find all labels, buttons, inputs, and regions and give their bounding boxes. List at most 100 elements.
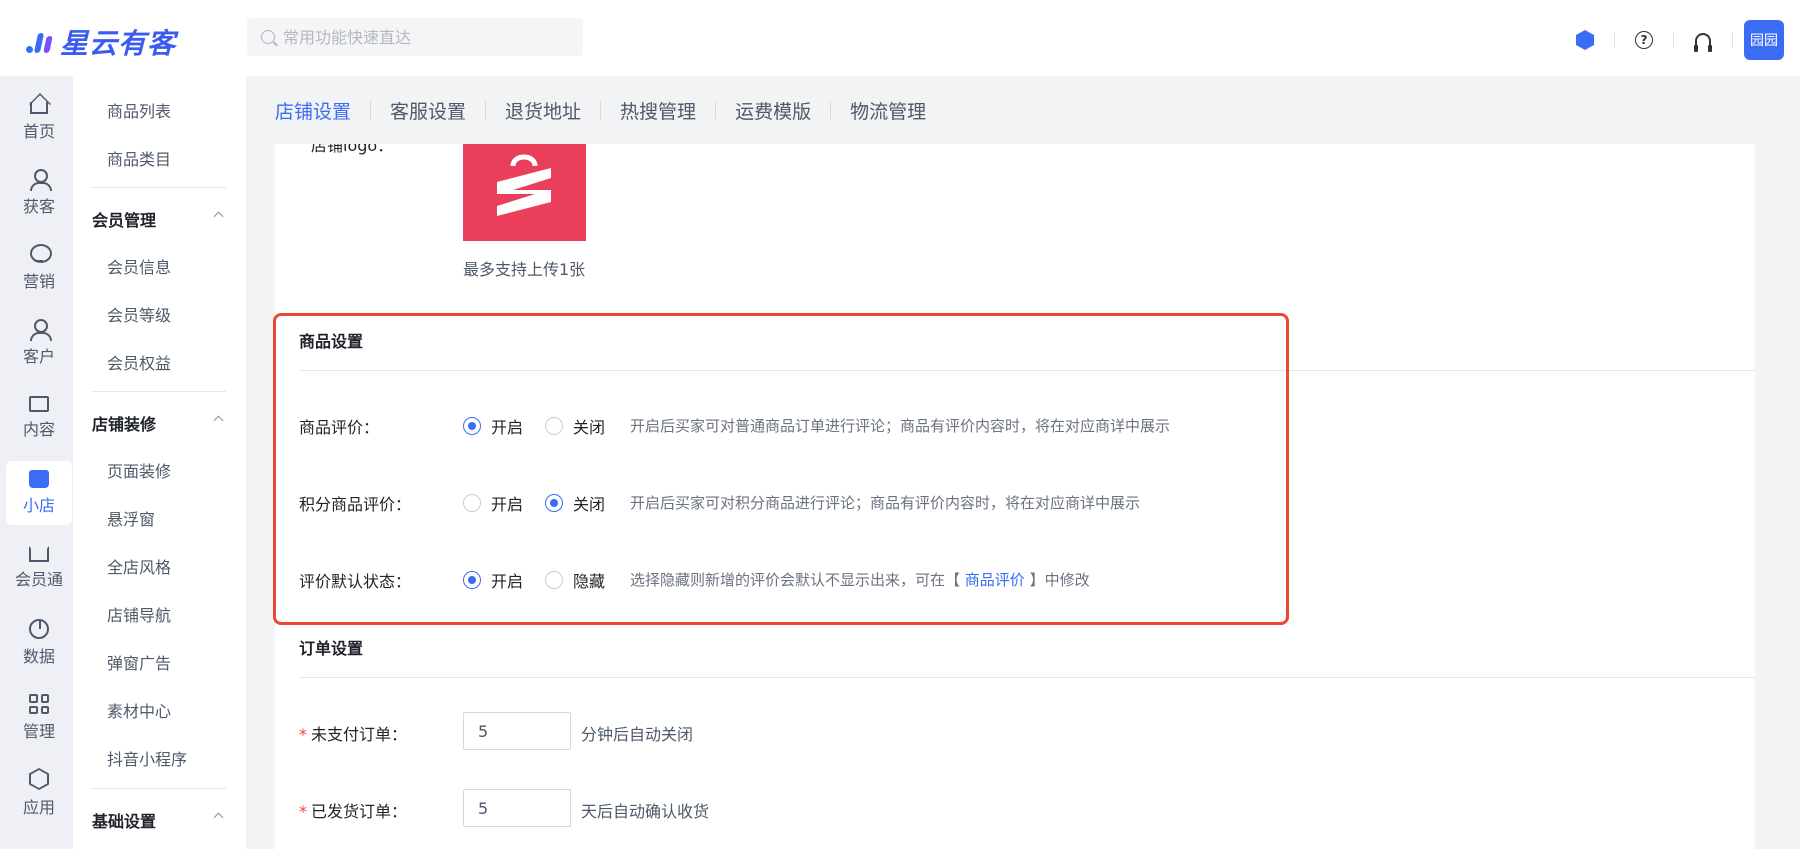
nav-item-content[interactable]: 内容	[6, 386, 72, 450]
subnav-item-product-category[interactable]: 商品类目	[107, 146, 171, 170]
brand-name: 星云有客	[60, 27, 177, 60]
unpaid-order-minutes-input[interactable]	[463, 712, 571, 750]
tab-return-address[interactable]: 退货地址	[505, 97, 581, 124]
points-review-off-radio[interactable]: 关闭	[545, 491, 605, 515]
divider	[1673, 32, 1674, 48]
subnav-item-product-list[interactable]: 商品列表	[107, 98, 171, 122]
tab-service-settings[interactable]: 客服设置	[390, 97, 466, 124]
shop-icon	[29, 470, 49, 488]
subnav-item-material-center[interactable]: 素材中心	[107, 698, 171, 722]
product-review-on-radio[interactable]: 开启	[463, 414, 523, 438]
store-logo-label: 店铺logo：	[311, 144, 394, 155]
product-settings-title: 商品设置	[299, 332, 364, 351]
divider	[830, 101, 832, 119]
default-status-label: 评价默认状态：	[299, 572, 412, 591]
subnav-item-douyin-miniapp[interactable]: 抖音小程序	[107, 746, 187, 770]
nav-item-shop[interactable]: 小店	[6, 461, 72, 525]
user-icon	[29, 319, 52, 341]
subnav-item-popup-ad[interactable]: 弹窗广告	[107, 650, 171, 674]
radio-label: 开启	[491, 495, 524, 514]
divider	[1732, 32, 1733, 48]
group-label: 会员管理	[92, 211, 157, 230]
subnav-item-member-rights[interactable]: 会员权益	[107, 350, 171, 374]
divider	[92, 187, 226, 188]
top-actions: ? 园园	[1567, 20, 1784, 60]
nav-label: 获客	[22, 197, 55, 216]
subnav-item-page-decor[interactable]: 页面装修	[107, 458, 171, 482]
help-icon: ?	[1635, 31, 1653, 49]
search-icon	[261, 30, 275, 44]
shopping-bag-icon	[497, 154, 551, 216]
radio-unchecked-icon	[463, 494, 481, 512]
product-review-off-radio[interactable]: 关闭	[545, 414, 605, 438]
search-box[interactable]	[247, 18, 583, 56]
app-cube-button[interactable]	[1567, 22, 1603, 58]
nav-item-home[interactable]: 首页	[6, 86, 72, 150]
nav-item-apps[interactable]: 应用	[6, 761, 72, 825]
nav-item-acquire[interactable]: 获客	[6, 161, 72, 225]
divider	[299, 677, 1755, 678]
support-button[interactable]	[1685, 22, 1721, 58]
subnav-item-store-nav[interactable]: 店铺导航	[107, 602, 171, 626]
radio-label: 开启	[491, 418, 524, 437]
subnav-group-member[interactable]: 会员管理	[92, 207, 226, 231]
folder-icon	[29, 396, 49, 412]
radio-label: 关闭	[573, 495, 606, 514]
nav-item-data[interactable]: 数据	[6, 611, 72, 675]
subnav-group-basic[interactable]: 基础设置	[92, 808, 226, 832]
nav-label: 数据	[22, 647, 55, 666]
headset-icon	[1694, 33, 1712, 52]
radio-label: 开启	[491, 572, 524, 591]
unpaid-order-label: * 未支付订单：	[299, 725, 408, 744]
nav-item-customer[interactable]: 客户	[6, 311, 72, 375]
tab-logistics[interactable]: 物流管理	[850, 97, 926, 124]
primary-nav: 首页 获客 营销 客户 内容 小店 会员通 数据 管理 应用	[0, 76, 73, 849]
nav-label: 营销	[22, 272, 55, 291]
nav-label: 管理	[22, 722, 55, 741]
shipped-order-label: * 已发货订单：	[299, 802, 408, 821]
chevron-up-icon	[213, 415, 224, 426]
divider	[485, 101, 487, 119]
tab-hot-search[interactable]: 热搜管理	[620, 97, 696, 124]
brand-logo-icon	[24, 27, 54, 57]
tab-shipping-template[interactable]: 运费模版	[735, 97, 811, 124]
subnav-item-float-window[interactable]: 悬浮窗	[107, 506, 155, 530]
points-review-hint: 开启后买家可对积分商品进行评论；商品有评价内容时，将在对应商详中展示	[630, 494, 1141, 512]
grid-icon	[29, 694, 49, 714]
nav-label: 内容	[22, 420, 55, 439]
divider	[299, 370, 1755, 371]
nav-item-membership[interactable]: 会员通	[6, 536, 72, 600]
divider	[92, 391, 226, 392]
crown-icon	[29, 546, 49, 562]
points-review-on-radio[interactable]: 开启	[463, 491, 523, 515]
search-input[interactable]	[283, 27, 563, 47]
points-review-label: 积分商品评价：	[299, 495, 412, 514]
home-icon	[30, 102, 48, 114]
bulb-icon	[30, 244, 52, 264]
radio-label: 隐藏	[573, 572, 606, 591]
radio-checked-icon	[463, 417, 481, 435]
pie-chart-icon	[29, 619, 49, 639]
nav-item-manage[interactable]: 管理	[6, 686, 72, 750]
default-status-on-radio[interactable]: 开启	[463, 568, 523, 592]
secondary-nav: 商品列表 商品类目 会员管理 会员信息 会员等级 会员权益 店铺装修 页面装修 …	[73, 76, 246, 849]
radio-unchecked-icon	[545, 571, 563, 589]
subnav-item-member-info[interactable]: 会员信息	[107, 254, 171, 278]
default-status-hide-radio[interactable]: 隐藏	[545, 568, 605, 592]
nav-label: 应用	[22, 798, 55, 817]
avatar[interactable]: 园园	[1744, 20, 1784, 60]
subnav-item-member-level[interactable]: 会员等级	[107, 302, 171, 326]
help-button[interactable]: ?	[1626, 22, 1662, 58]
product-review-label: 商品评价：	[299, 418, 380, 437]
nav-label: 会员通	[14, 570, 63, 589]
radio-checked-icon	[545, 494, 563, 512]
product-review-link[interactable]: 商品评价	[965, 571, 1025, 589]
brand-logo[interactable]: 星云有客	[24, 22, 176, 62]
shipped-order-days-input[interactable]	[463, 789, 571, 827]
order-settings-title: 订单设置	[299, 639, 364, 658]
store-logo-image[interactable]	[463, 144, 586, 241]
nav-item-marketing[interactable]: 营销	[6, 236, 72, 300]
subnav-item-store-style[interactable]: 全店风格	[107, 554, 171, 578]
tab-store-settings[interactable]: 店铺设置	[275, 97, 351, 124]
subnav-group-decor[interactable]: 店铺装修	[92, 411, 226, 435]
